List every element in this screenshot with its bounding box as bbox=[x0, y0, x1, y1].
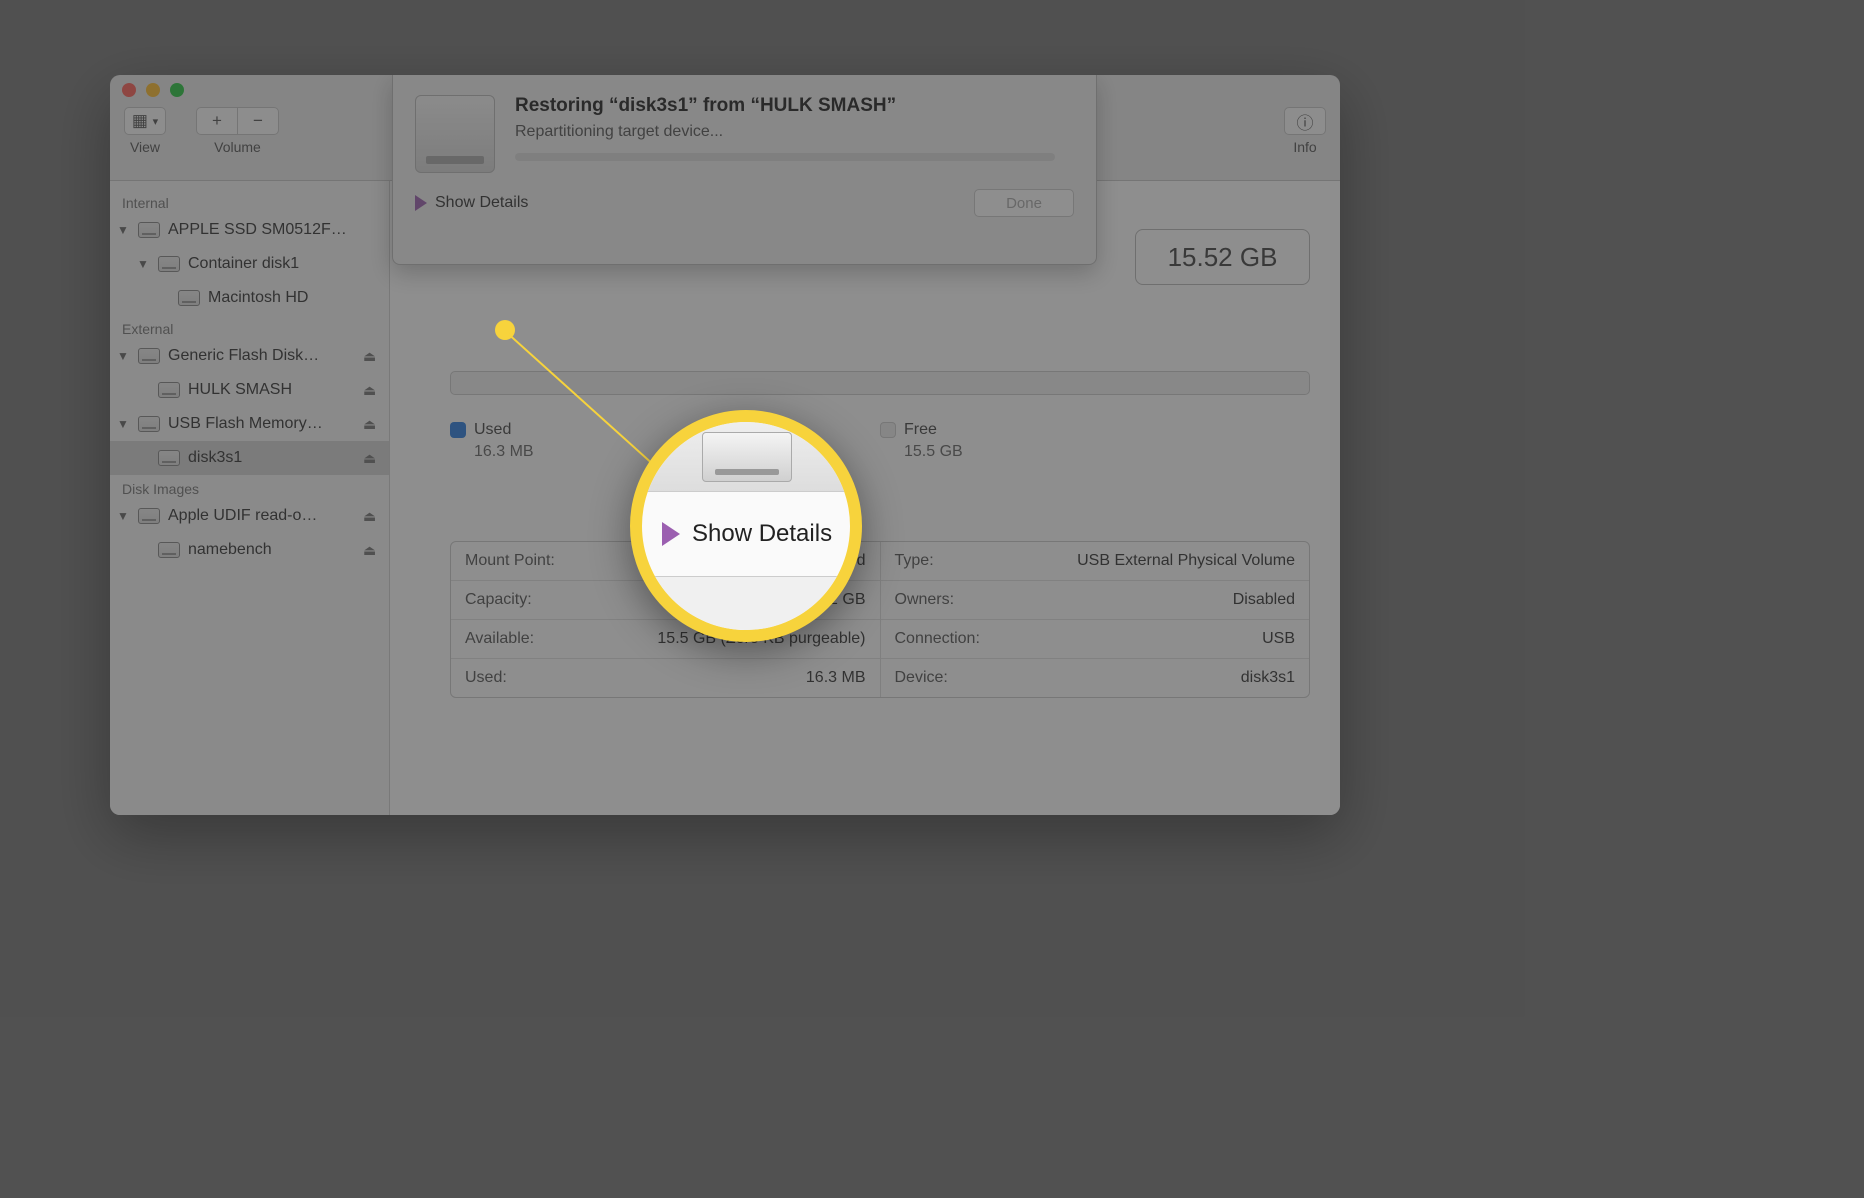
progress-bar bbox=[515, 153, 1055, 161]
eject-icon[interactable]: ⏏ bbox=[363, 416, 381, 433]
sheet-title: Restoring “disk3s1” from “HULK SMASH” bbox=[515, 95, 1055, 117]
sidebar-item-disk3s1[interactable]: disk3s1⏏ bbox=[110, 441, 389, 475]
sidebar-item-apple-ssd[interactable]: ▼ APPLE SSD SM0512F… bbox=[110, 213, 389, 247]
details-table: Mount Point:es/Untitled Capacity:15.52 G… bbox=[450, 541, 1310, 698]
detail-owners: Owners:Disabled bbox=[881, 580, 1310, 619]
sidebar-section-external: External bbox=[110, 315, 389, 339]
external-disk-icon bbox=[156, 380, 182, 400]
external-disk-icon bbox=[136, 414, 162, 434]
disclosure-triangle-icon[interactable]: ▼ bbox=[116, 349, 130, 363]
magnifier-show-details-label: Show Details bbox=[692, 520, 832, 548]
sidebar-section-internal: Internal bbox=[110, 189, 389, 213]
detail-type: Type:USB External Physical Volume bbox=[881, 542, 1310, 580]
eject-icon[interactable]: ⏏ bbox=[363, 542, 381, 559]
drive-icon bbox=[415, 95, 495, 173]
sidebar: Internal ▼ APPLE SSD SM0512F… ▼ Container … bbox=[110, 181, 390, 815]
sidebar-item-label: namebench bbox=[188, 541, 363, 559]
sidebar-item-hulk-smash[interactable]: HULK SMASH⏏ bbox=[110, 373, 389, 407]
sidebar-item-label: USB Flash Memory… bbox=[168, 415, 363, 433]
toolbar-group-view: ▦ ▾ View bbox=[124, 107, 166, 155]
sidebar-item-usb-flash-memory[interactable]: ▼ USB Flash Memory…⏏ bbox=[110, 407, 389, 441]
chevron-down-icon: ▾ bbox=[153, 115, 159, 128]
eject-icon[interactable]: ⏏ bbox=[363, 382, 381, 399]
internal-disk-icon bbox=[136, 220, 162, 240]
info-button[interactable]: ⓘ bbox=[1284, 107, 1326, 135]
toolbar-label-volume: Volume bbox=[214, 139, 261, 155]
detail-device: Device:disk3s1 bbox=[881, 658, 1310, 697]
external-disk-icon bbox=[156, 448, 182, 468]
free-swatch-icon bbox=[880, 422, 896, 438]
legend-free-label: Free bbox=[904, 421, 937, 438]
show-details-toggle[interactable]: Show Details bbox=[415, 194, 528, 212]
plus-icon: + bbox=[212, 111, 222, 131]
sheet-status: Repartitioning target device... bbox=[515, 123, 1055, 141]
view-button[interactable]: ▦ ▾ bbox=[124, 107, 166, 135]
toolbar-group-volume: + − Volume bbox=[196, 107, 279, 155]
sidebar-item-label: HULK SMASH bbox=[188, 381, 363, 399]
disk-image-icon bbox=[156, 540, 182, 560]
toolbar-label-info: Info bbox=[1293, 139, 1316, 155]
volume-remove-button[interactable]: − bbox=[237, 107, 279, 135]
magnifier-drive-area bbox=[642, 422, 850, 492]
external-disk-icon bbox=[136, 346, 162, 366]
usage-bar bbox=[450, 371, 1310, 395]
sidebar-item-label: Container disk1 bbox=[188, 255, 381, 273]
detail-connection: Connection:USB bbox=[881, 619, 1310, 658]
sidebar-item-label: Macintosh HD bbox=[208, 289, 381, 307]
disclosure-triangle-icon[interactable]: ▼ bbox=[116, 223, 130, 237]
eject-icon[interactable]: ⏏ bbox=[363, 508, 381, 525]
capacity-badge: 15.52 GB bbox=[1135, 229, 1310, 285]
detail-used: Used:16.3 MB bbox=[451, 658, 880, 697]
sidebar-item-macintosh-hd[interactable]: Macintosh HD bbox=[110, 281, 389, 315]
sidebar-item-namebench[interactable]: namebench⏏ bbox=[110, 533, 389, 567]
disclosure-triangle-icon[interactable]: ▼ bbox=[116, 417, 130, 431]
detail-available: Available:15.5 GB (Zero KB purgeable) bbox=[451, 619, 880, 658]
sidebar-item-container-disk1[interactable]: ▼ Container disk1 bbox=[110, 247, 389, 281]
sidebar-item-label: Generic Flash Disk… bbox=[168, 347, 363, 365]
sidebar-icon: ▦ bbox=[132, 111, 148, 131]
disk-image-icon bbox=[136, 506, 162, 526]
legend-free-value: 15.5 GB bbox=[880, 443, 1310, 461]
internal-disk-icon bbox=[176, 288, 202, 308]
eject-icon[interactable]: ⏏ bbox=[363, 348, 381, 365]
disclosure-triangle-icon bbox=[662, 522, 680, 546]
magnifier-callout: Show Details bbox=[630, 410, 862, 642]
legend-used-label: Used bbox=[474, 421, 511, 438]
sidebar-item-label: Apple UDIF read-o… bbox=[168, 507, 363, 525]
sidebar-item-label: APPLE SSD SM0512F… bbox=[168, 221, 381, 239]
used-swatch-icon bbox=[450, 422, 466, 438]
sidebar-item-label: disk3s1 bbox=[188, 449, 363, 467]
disclosure-triangle-icon[interactable]: ▼ bbox=[136, 257, 150, 271]
disclosure-triangle-icon bbox=[415, 195, 427, 211]
disclosure-triangle-icon[interactable]: ▼ bbox=[116, 509, 130, 523]
volume-add-button[interactable]: + bbox=[196, 107, 238, 135]
eject-icon[interactable]: ⏏ bbox=[363, 450, 381, 467]
sidebar-item-generic-flash[interactable]: ▼ Generic Flash Disk…⏏ bbox=[110, 339, 389, 373]
restore-sheet: Restoring “disk3s1” from “HULK SMASH” Re… bbox=[392, 75, 1097, 265]
sidebar-item-apple-udif[interactable]: ▼ Apple UDIF read-o…⏏ bbox=[110, 499, 389, 533]
info-icon: ⓘ bbox=[1297, 109, 1314, 134]
done-button[interactable]: Done bbox=[974, 189, 1074, 217]
minus-icon: − bbox=[253, 111, 263, 131]
toolbar-label-view: View bbox=[130, 139, 160, 155]
usage-legend: Used 16.3 MB Free 15.5 GB bbox=[450, 421, 1310, 461]
show-details-label: Show Details bbox=[435, 194, 528, 212]
internal-disk-icon bbox=[156, 254, 182, 274]
content-pane: 15.52 GB Used 16.3 MB Free 15.5 GB Mount… bbox=[390, 181, 1340, 815]
drive-icon bbox=[702, 432, 792, 482]
legend-free: Free 15.5 GB bbox=[880, 421, 1310, 461]
sidebar-section-disk-images: Disk Images bbox=[110, 475, 389, 499]
